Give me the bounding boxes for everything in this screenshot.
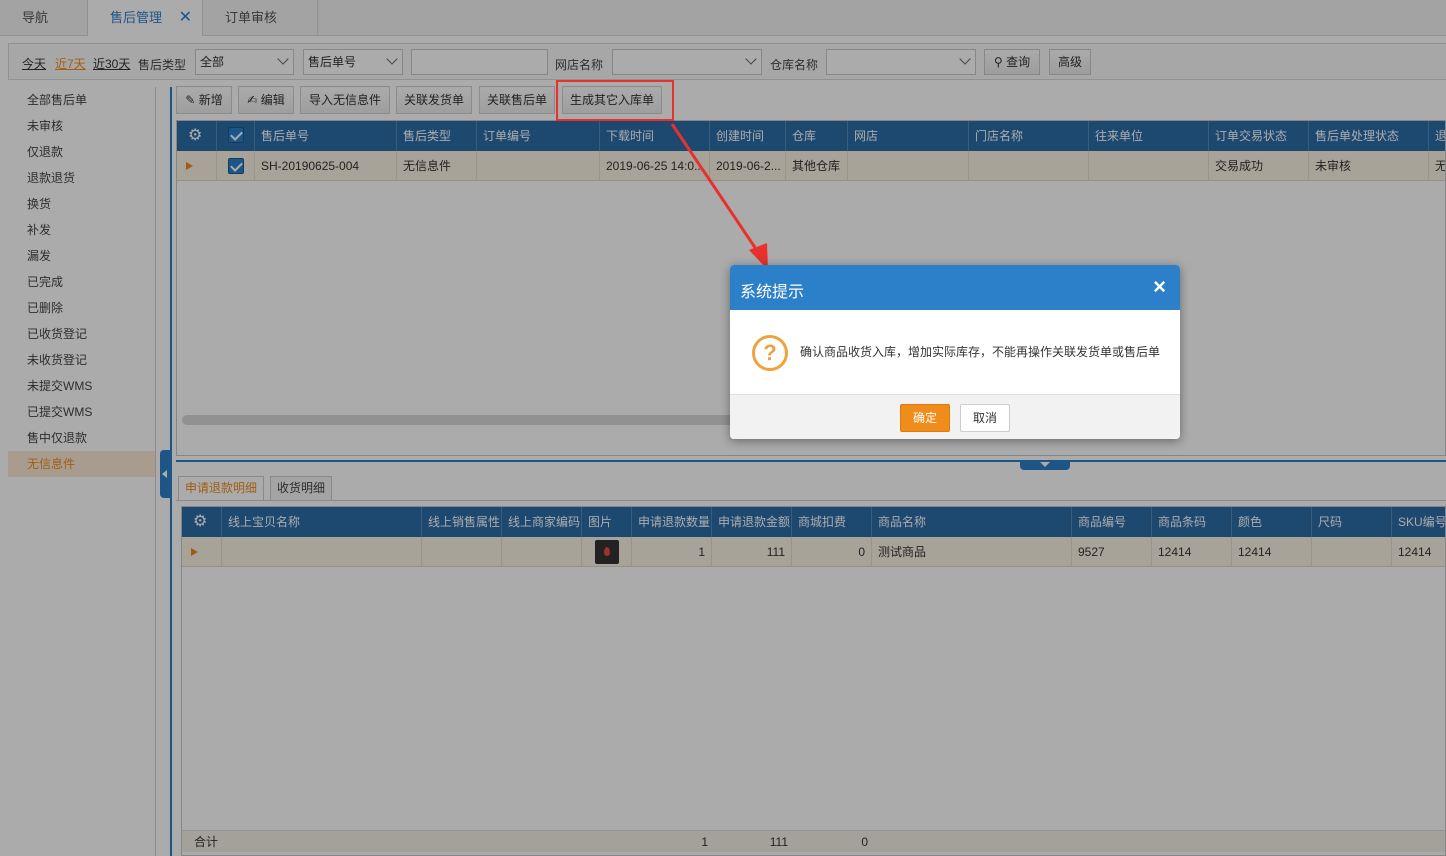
confirm-button[interactable]: 确定 — [900, 404, 950, 432]
close-icon[interactable]: × — [1153, 274, 1166, 300]
dialog-footer: 确定 取消 — [730, 394, 1180, 439]
dialog-title: 系统提示 — [740, 284, 805, 301]
cancel-button[interactable]: 取消 — [960, 404, 1010, 432]
question-icon: ? — [752, 335, 788, 371]
system-prompt-dialog: 系统提示 × ? 确认商品收货入库，增加实际库存，不能再操作关联发货单或售后单 … — [730, 265, 1180, 439]
annotation-arrow — [670, 123, 768, 270]
dialog-message: 确认商品收货入库，增加实际库存，不能再操作关联发货单或售后单 — [800, 345, 1161, 359]
dialog-header: 系统提示 × — [730, 265, 1180, 310]
